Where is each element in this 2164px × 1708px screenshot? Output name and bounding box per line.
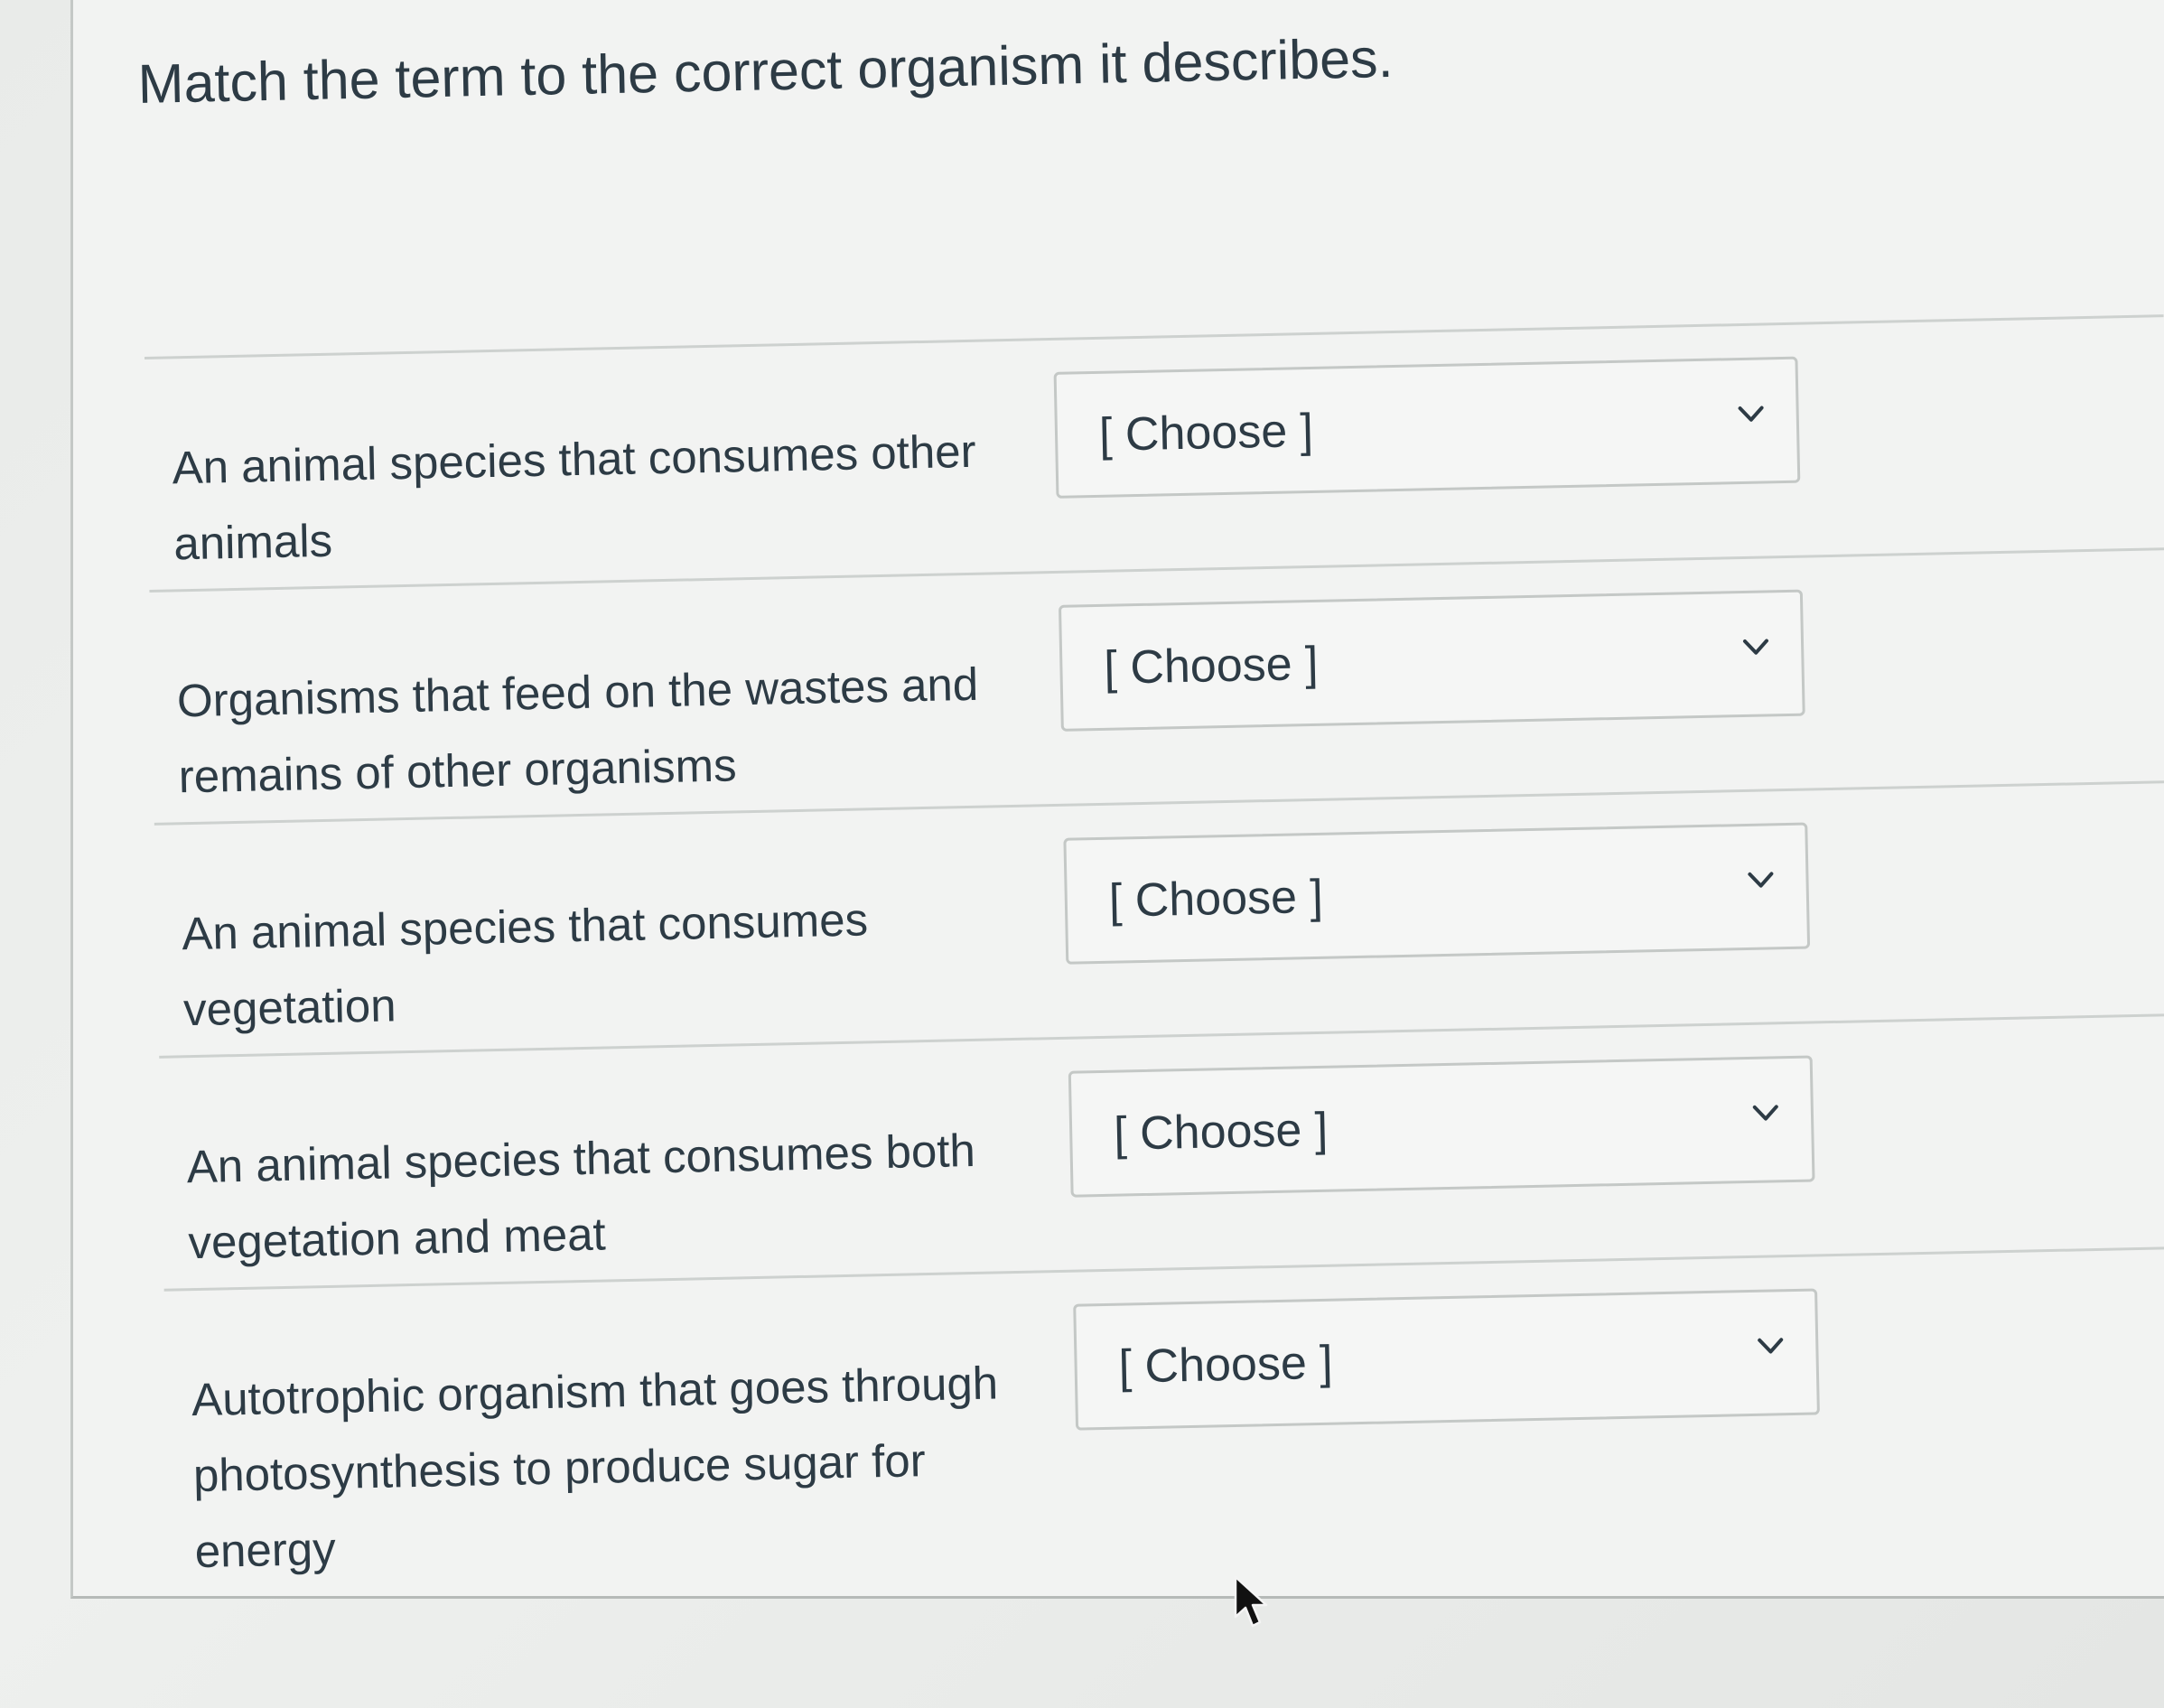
dropdown-selected-value: [ Choose ] [1118,1336,1334,1394]
quiz-page: Match the term to the correct organism i… [0,0,2164,1708]
answer-dropdown[interactable]: [ Choose ] [1068,1055,1815,1198]
match-term: An animal species that consumes vegetati… [182,879,997,1048]
match-term: An animal species that consumes both veg… [186,1112,1002,1281]
match-term: An animal species that consumes other an… [172,414,987,583]
answer-dropdown[interactable]: [ Choose ] [1073,1288,1820,1431]
term-line: vegetation [182,979,397,1036]
answer-dropdown[interactable]: [ Choose ] [1058,589,1805,732]
matching-list: An animal species that consumes other an… [145,314,2164,1639]
chevron-down-icon [1748,872,1774,888]
match-term: Autotrophic organism that goes through p… [191,1345,1008,1590]
term-line: animals [173,514,333,570]
match-row-3: An animal species that consumes vegetati… [154,780,2164,1056]
answer-dropdown[interactable]: [ Choose ] [1063,822,1811,965]
mouse-cursor-icon [1234,1575,1268,1628]
chevron-down-icon [1742,639,1768,655]
chevron-down-icon [1752,1105,1778,1121]
term-line: remains of other organisms [178,739,738,803]
match-term: Organisms that feed on the wastes and re… [176,646,992,815]
match-row-5: Autotrophic organism that goes through p… [164,1246,2164,1577]
chevron-down-icon [1738,406,1764,422]
match-row-4: An animal species that consumes both veg… [159,1013,2164,1289]
answer-dropdown[interactable]: [ Choose ] [1053,356,1801,499]
dropdown-selected-value: [ Choose ] [1108,870,1324,928]
dropdown-selected-value: [ Choose ] [1113,1103,1329,1161]
dropdown-selected-value: [ Choose ] [1098,404,1314,462]
match-row-1: An animal species that consumes other an… [145,314,2164,590]
match-row-2: Organisms that feed on the wastes and re… [149,547,2164,823]
chevron-down-icon [1758,1338,1784,1354]
term-line: photosynthesis to produce sugar for ener… [192,1434,927,1578]
dropdown-selected-value: [ Choose ] [1103,637,1320,695]
term-line: vegetation and meat [187,1208,607,1269]
